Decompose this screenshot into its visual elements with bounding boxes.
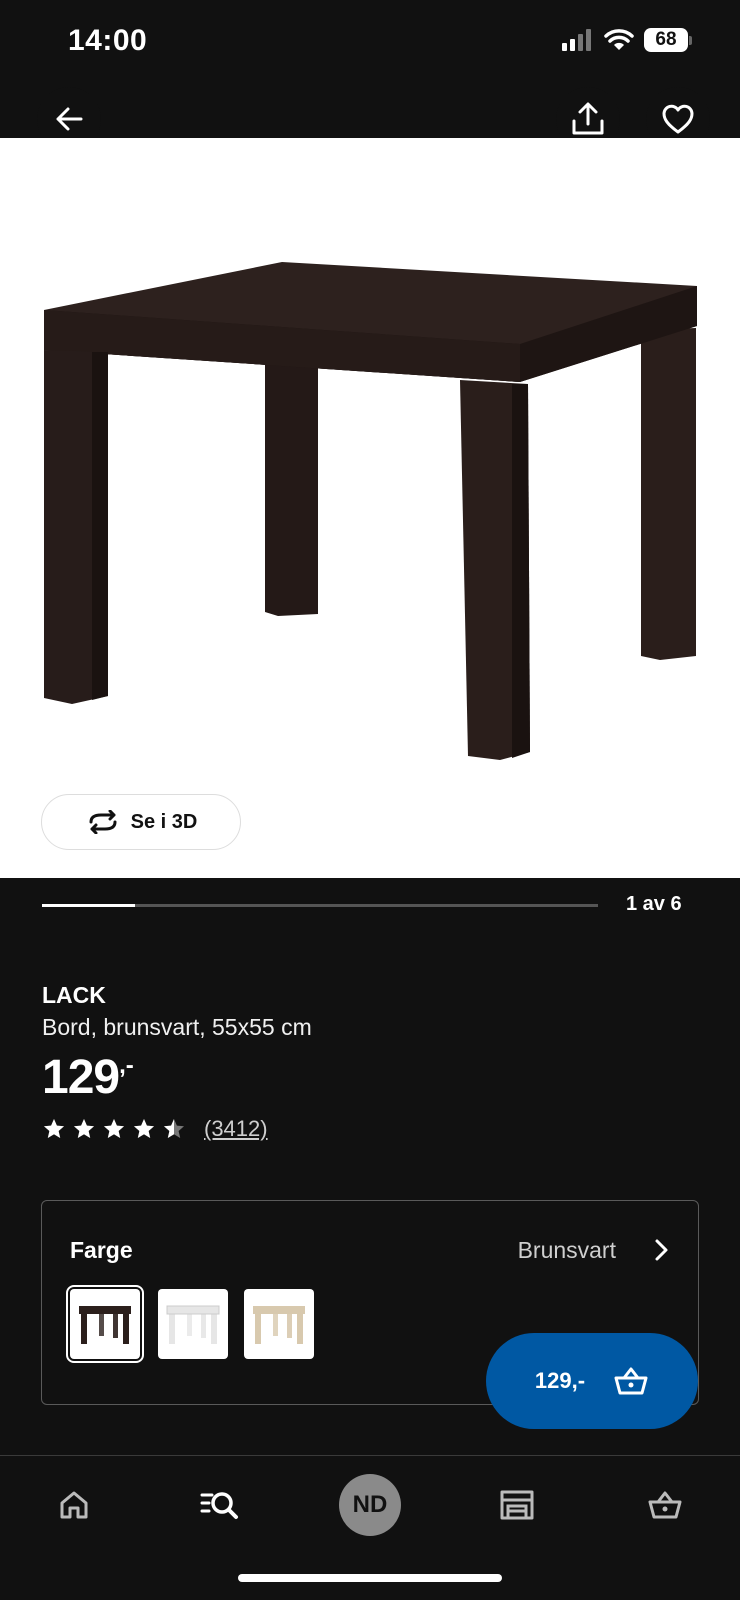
cellular-signal-icon xyxy=(562,29,591,51)
status-icons: 68 xyxy=(562,28,692,52)
gallery-progress-bar xyxy=(42,904,598,907)
gallery-page-indicator: 1 av 6 xyxy=(626,893,682,915)
tab-home[interactable] xyxy=(39,1470,109,1540)
battery-level: 68 xyxy=(644,28,688,52)
wifi-icon xyxy=(604,29,634,50)
rating-count-link[interactable]: (3412) xyxy=(204,1116,268,1142)
product-price: 129,- xyxy=(42,1050,134,1105)
color-label: Farge xyxy=(70,1237,133,1263)
rating-stars xyxy=(42,1117,186,1141)
tab-search[interactable] xyxy=(185,1470,255,1540)
share-icon xyxy=(572,102,604,135)
home-indicator[interactable] xyxy=(238,1574,502,1582)
cart-icon xyxy=(648,1491,682,1519)
tab-profile[interactable]: ND xyxy=(335,1470,405,1540)
color-swatch[interactable] xyxy=(158,1289,228,1359)
status-bar: 14:00 68 xyxy=(0,0,740,84)
product-image-gallery[interactable]: Se i 3D xyxy=(0,138,740,878)
chevron-right-icon[interactable] xyxy=(652,1237,672,1263)
heart-icon xyxy=(662,104,694,134)
star-icon xyxy=(74,1119,94,1138)
add-to-cart-button[interactable]: 129,- xyxy=(486,1333,698,1429)
tab-cart[interactable] xyxy=(630,1470,700,1540)
view-in-3d-button[interactable]: Se i 3D xyxy=(41,794,241,850)
top-nav xyxy=(0,84,740,138)
back-arrow-icon xyxy=(56,107,83,131)
search-list-icon xyxy=(200,1492,238,1519)
color-swatch[interactable] xyxy=(66,1285,144,1363)
star-icon xyxy=(104,1119,124,1138)
profile-avatar: ND xyxy=(339,1474,401,1536)
star-icon xyxy=(134,1119,154,1138)
product-rating[interactable]: (3412) xyxy=(42,1116,268,1142)
status-time: 14:00 xyxy=(68,24,148,57)
product-name: LACK xyxy=(42,982,106,1008)
product-description: Bord, brunsvart, 55x55 cm xyxy=(42,1014,312,1040)
table-thumbnail-icon xyxy=(166,1305,220,1344)
gallery-progress-fill xyxy=(42,904,135,907)
color-value: Brunsvart xyxy=(517,1237,616,1263)
basket-icon xyxy=(614,1367,648,1395)
rotate-3d-icon xyxy=(89,810,117,834)
price-value: 129 xyxy=(42,1051,120,1104)
color-swatch[interactable] xyxy=(244,1289,314,1359)
store-icon xyxy=(500,1490,534,1520)
table-thumbnail-icon xyxy=(79,1306,131,1344)
home-icon xyxy=(60,1491,88,1519)
table-thumbnail-icon xyxy=(253,1306,305,1344)
cart-button-price: 129,- xyxy=(534,1368,586,1393)
price-suffix: ,- xyxy=(119,1052,134,1079)
tab-stores[interactable] xyxy=(482,1470,552,1540)
product-image xyxy=(44,262,697,760)
battery-icon: 68 xyxy=(644,28,692,52)
view-in-3d-label: Se i 3D xyxy=(130,810,198,833)
star-icon xyxy=(44,1119,64,1138)
star-icon xyxy=(164,1119,184,1138)
